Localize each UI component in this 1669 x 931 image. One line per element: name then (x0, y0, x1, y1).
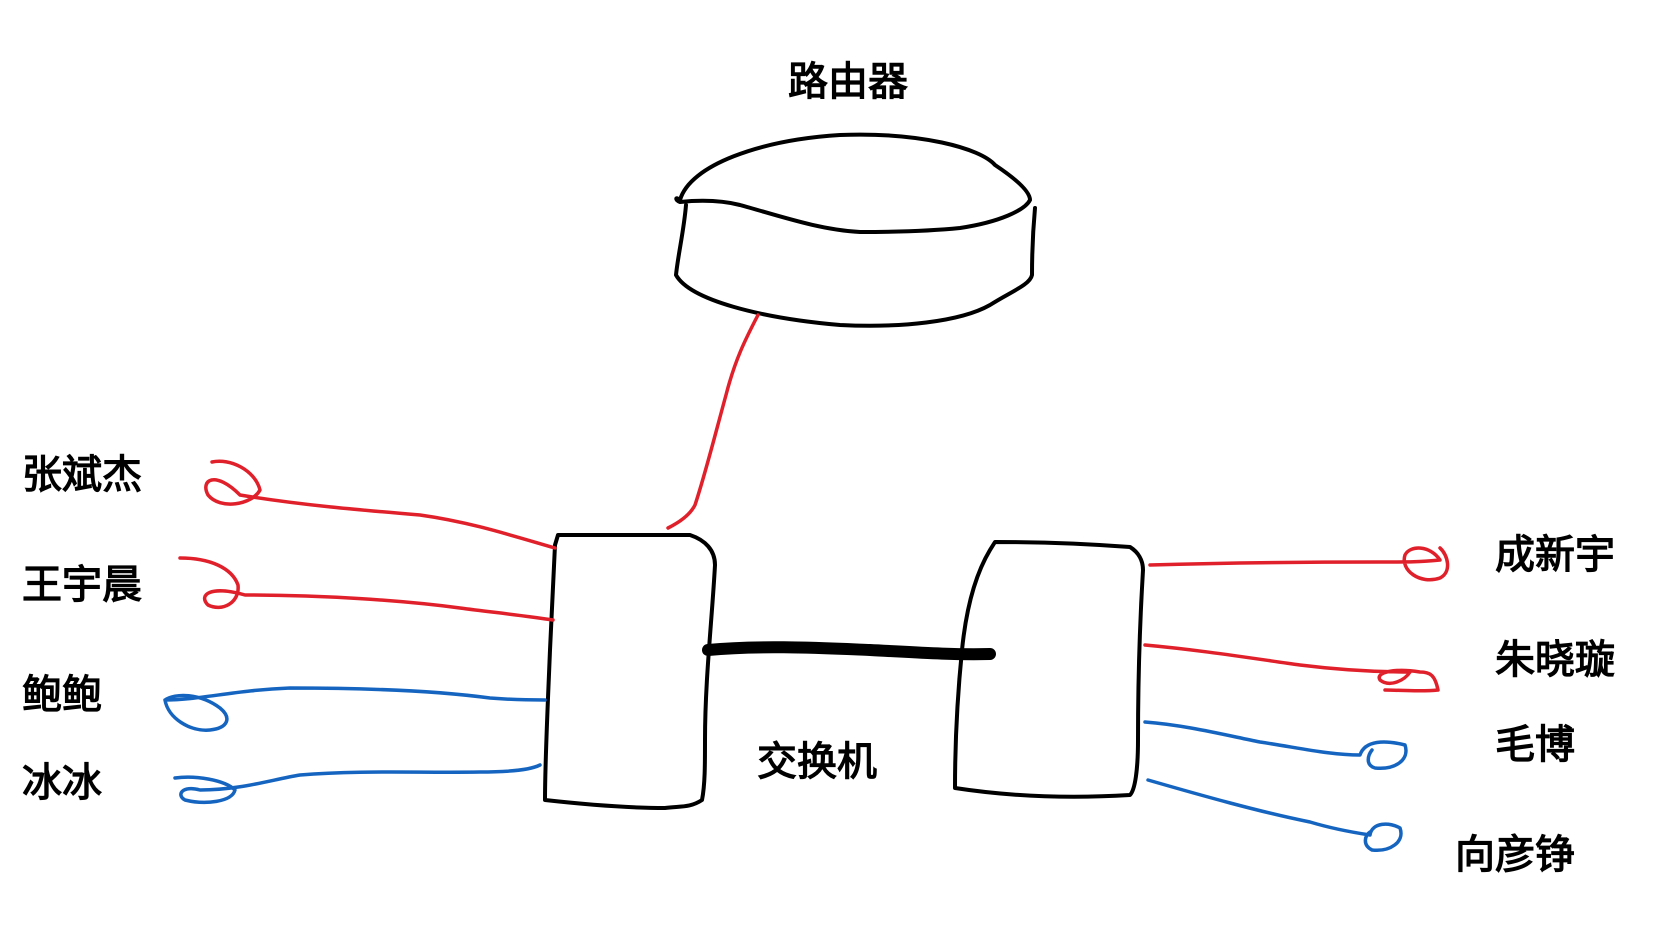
left-client-label-2: 鲍鲍 (22, 672, 102, 718)
left-client-label-0: 张斌杰 (22, 452, 142, 498)
router-label: 路由器 (788, 59, 908, 105)
network-diagram-canvas: 路由器 交换机 张斌杰 王宇晨 鲍鲍 冰冰 成新宇 朱晓璇 毛博 向彦铮 (0, 0, 1669, 927)
left-client-label-3: 冰冰 (22, 760, 102, 806)
diagram-svg (163, 132, 1450, 852)
right-client-label-0: 成新宇 (1495, 532, 1615, 578)
switch-label: 交换机 (757, 739, 877, 785)
left-client-label-1: 王宇晨 (22, 562, 142, 608)
left-client-link-1 (178, 556, 555, 622)
right-switch-shape (953, 540, 1145, 799)
right-client-link-3 (1146, 778, 1403, 852)
left-client-link-2 (163, 686, 547, 732)
switch-interconnect-line (702, 641, 996, 661)
right-client-label-2: 毛博 (1495, 722, 1575, 768)
right-client-label-3: 向彦铮 (1455, 832, 1575, 878)
right-client-link-1 (1143, 643, 1440, 693)
left-client-link-3 (173, 763, 542, 804)
right-client-link-0 (1148, 546, 1450, 582)
right-client-link-2 (1143, 720, 1408, 770)
left-client-link-0 (204, 459, 557, 550)
router-shape (674, 132, 1032, 234)
right-client-label-1: 朱晓璇 (1495, 637, 1615, 683)
left-switch-shape (543, 533, 717, 810)
router-uplink-line (666, 313, 760, 530)
